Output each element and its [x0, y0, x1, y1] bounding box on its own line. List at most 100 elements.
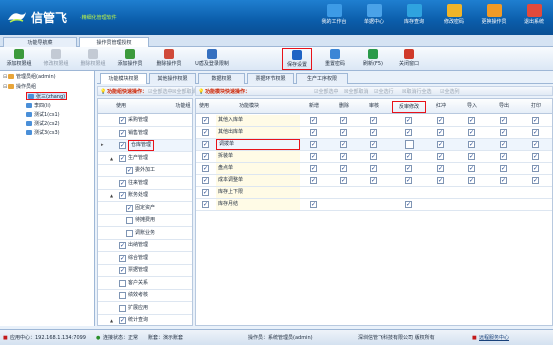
module-select-col[interactable]: ☑全选列 [440, 87, 460, 97]
perm-checkbox[interactable]: ✓ [340, 165, 347, 172]
tab-data-perm[interactable]: 数据权限 [198, 73, 245, 84]
perm-checkbox[interactable]: ✓ [370, 141, 377, 148]
module-use-checkbox[interactable]: ✓ [202, 177, 209, 184]
module-row[interactable]: ✓ 库存月结 ✓ ✓ [196, 199, 552, 211]
tab-other-operation-perm[interactable]: 其他操作权限 [149, 73, 196, 84]
group-row[interactable]: ✓ 委外加工 [98, 165, 192, 177]
toolbar-add-group-button[interactable]: 添加权限组 [1, 48, 37, 70]
module-use-checkbox[interactable]: ✓ [202, 141, 209, 148]
tree-node[interactable]: 李四(li) [26, 102, 51, 110]
perm-checkbox[interactable]: ✓ [468, 129, 475, 136]
perm-checkbox[interactable]: ✓ [340, 153, 347, 160]
group-row[interactable]: ✓ 综合管理 [98, 253, 192, 265]
perm-checkbox[interactable]: ✓ [405, 153, 412, 160]
collapse-toggle-icon[interactable]: ▲ [110, 315, 113, 325]
module-use-checkbox[interactable]: ✓ [202, 129, 209, 136]
group-checkbox[interactable]: ✓ [119, 242, 126, 249]
module-use-checkbox[interactable]: ✓ [202, 189, 209, 196]
perm-checkbox[interactable]: ✓ [370, 129, 377, 136]
toolbar-refresh-button[interactable]: 刷新(F5) [356, 48, 390, 70]
module-row[interactable]: ✓ 成本调整单 ✓ ✓ ✓ ✓ ✓ ✓ ✓ ✓ [196, 175, 552, 187]
perm-checkbox[interactable]: ✓ [437, 141, 444, 148]
perm-checkbox[interactable]: ✓ [370, 177, 377, 184]
perm-checkbox[interactable]: ✓ [310, 141, 317, 148]
topnav-exit-button[interactable]: 退出系统 [513, 3, 553, 33]
topnav-users-button[interactable]: 更换操作员 [473, 3, 515, 33]
perm-checkbox[interactable]: ✓ [405, 165, 412, 172]
perm-checkbox[interactable]: ✓ [468, 177, 475, 184]
tab-function-nav[interactable]: 功能导航菜 [3, 37, 77, 47]
tab-function-module-perm[interactable]: 功能模块权限 [100, 73, 147, 84]
group-checkbox[interactable]: ✓ [119, 117, 126, 124]
perm-checkbox[interactable]: ✓ [310, 129, 317, 136]
tab-operator-auth[interactable]: 操作员管理授权 [79, 37, 149, 47]
group-checkbox[interactable] [126, 229, 133, 237]
perm-checkbox[interactable]: ✓ [437, 165, 444, 172]
perm-checkbox[interactable]: ✓ [468, 117, 475, 124]
module-row[interactable]: ✓ 拆装单 ✓ ✓ ✓ ✓ ✓ ✓ ✓ ✓ [196, 151, 552, 163]
module-use-checkbox[interactable]: ✓ [202, 165, 209, 172]
group-checkbox[interactable] [119, 292, 126, 299]
topnav-monitor-button[interactable]: 我的工作台 [313, 3, 355, 33]
tree-node[interactable]: ⊟ 操作员组 [3, 83, 36, 91]
toolbar-delete-group-button[interactable]: 删除权限组 [75, 48, 111, 70]
perm-checkbox[interactable]: ✓ [532, 129, 539, 136]
perm-checkbox[interactable]: ✓ [532, 141, 539, 148]
module-row[interactable]: I✓调拨单✓✓✓✓✓✓✓ [196, 139, 552, 151]
group-row[interactable]: 扩展应用 [98, 303, 192, 315]
perm-checkbox[interactable]: ✓ [340, 177, 347, 184]
tree-node[interactable]: 测试2(cs2) [26, 120, 60, 128]
group-checkbox[interactable]: ✓ [119, 317, 126, 324]
perm-checkbox[interactable]: ✓ [310, 177, 317, 184]
perm-checkbox[interactable]: ✓ [500, 117, 507, 124]
perm-checkbox[interactable]: ✓ [437, 177, 444, 184]
toolbar-close-window-button[interactable]: 关闭窗口 [392, 48, 426, 70]
perm-checkbox[interactable]: ✓ [468, 141, 475, 148]
module-select-all[interactable]: ☑全部选中 [314, 87, 339, 97]
perm-checkbox[interactable]: ✓ [468, 153, 475, 160]
tab-bill-stage-perm[interactable]: 票据环节权限 [247, 73, 294, 84]
group-row[interactable]: 客户关系 [98, 278, 192, 290]
group-checkbox[interactable]: ✓ [119, 129, 126, 137]
toolbar-key-button[interactable]: U盾及登录限制 [190, 48, 234, 70]
group-checkbox[interactable]: ✓ [119, 267, 126, 274]
perm-checkbox[interactable]: ✓ [532, 117, 539, 124]
group-row[interactable]: ✓ 固定资产 [98, 203, 192, 215]
perm-checkbox[interactable]: ✓ [405, 117, 412, 124]
group-row[interactable]: ✓ 出纳管理 [98, 240, 192, 252]
collapse-toggle-icon[interactable]: ▲ [110, 190, 113, 201]
toolbar-edit-group-button[interactable]: 修改权限组 [38, 48, 74, 70]
module-cancel-row[interactable]: ☒取消行全选 [402, 87, 432, 97]
group-row[interactable]: ▲ ✓ 生产管理 [98, 153, 192, 165]
perm-checkbox[interactable]: ✓ [437, 117, 444, 124]
perm-checkbox[interactable]: ✓ [500, 129, 507, 136]
perm-checkbox[interactable]: ✓ [370, 165, 377, 172]
toolbar-reset-password-button[interactable]: 重置密码 [318, 48, 352, 70]
perm-checkbox[interactable]: ✓ [532, 177, 539, 184]
perm-checkbox[interactable]: ✓ [500, 177, 507, 184]
collapse-toggle-icon[interactable]: ▲ [110, 153, 113, 164]
topnav-documents-button[interactable]: 单据中心 [353, 3, 395, 33]
topnav-magnifier-button[interactable]: 库存查询 [393, 3, 435, 33]
module-row[interactable]: ✓ 盘点单 ✓ ✓ ✓ ✓ ✓ ✓ ✓ ✓ [196, 163, 552, 175]
group-checkbox[interactable] [126, 217, 133, 224]
perm-checkbox[interactable]: ✓ [370, 117, 377, 124]
perm-checkbox[interactable]: ✓ [437, 129, 444, 136]
group-checkbox[interactable] [119, 304, 126, 312]
perm-checkbox[interactable]: ✓ [340, 129, 347, 136]
toolbar-add-user-button[interactable]: 添加操作员 [112, 48, 148, 70]
toolbar-delete-user-button[interactable]: 删除操作员 [150, 48, 188, 70]
perm-checkbox[interactable]: ✓ [370, 153, 377, 160]
perm-checkbox[interactable]: ✓ [405, 177, 412, 184]
perm-checkbox[interactable]: ✓ [500, 141, 507, 148]
perm-checkbox[interactable]: ✓ [310, 201, 317, 208]
group-row[interactable]: 绩效考核 [98, 290, 192, 302]
module-use-checkbox[interactable]: ✓ [202, 153, 209, 160]
module-use-checkbox[interactable]: ✓ [202, 117, 209, 124]
group-row[interactable]: 调账业务 [98, 228, 192, 240]
topnav-lock-button[interactable]: 修改密码 [433, 3, 475, 33]
module-row[interactable]: ✓ 其他入库单 ✓ ✓ ✓ ✓ ✓ ✓ ✓ ✓ [196, 115, 552, 127]
module-use-checkbox[interactable]: ✓ [202, 201, 209, 208]
group-checkbox[interactable]: ✓ [119, 154, 126, 162]
group-checkbox[interactable]: ✓ [119, 192, 126, 199]
